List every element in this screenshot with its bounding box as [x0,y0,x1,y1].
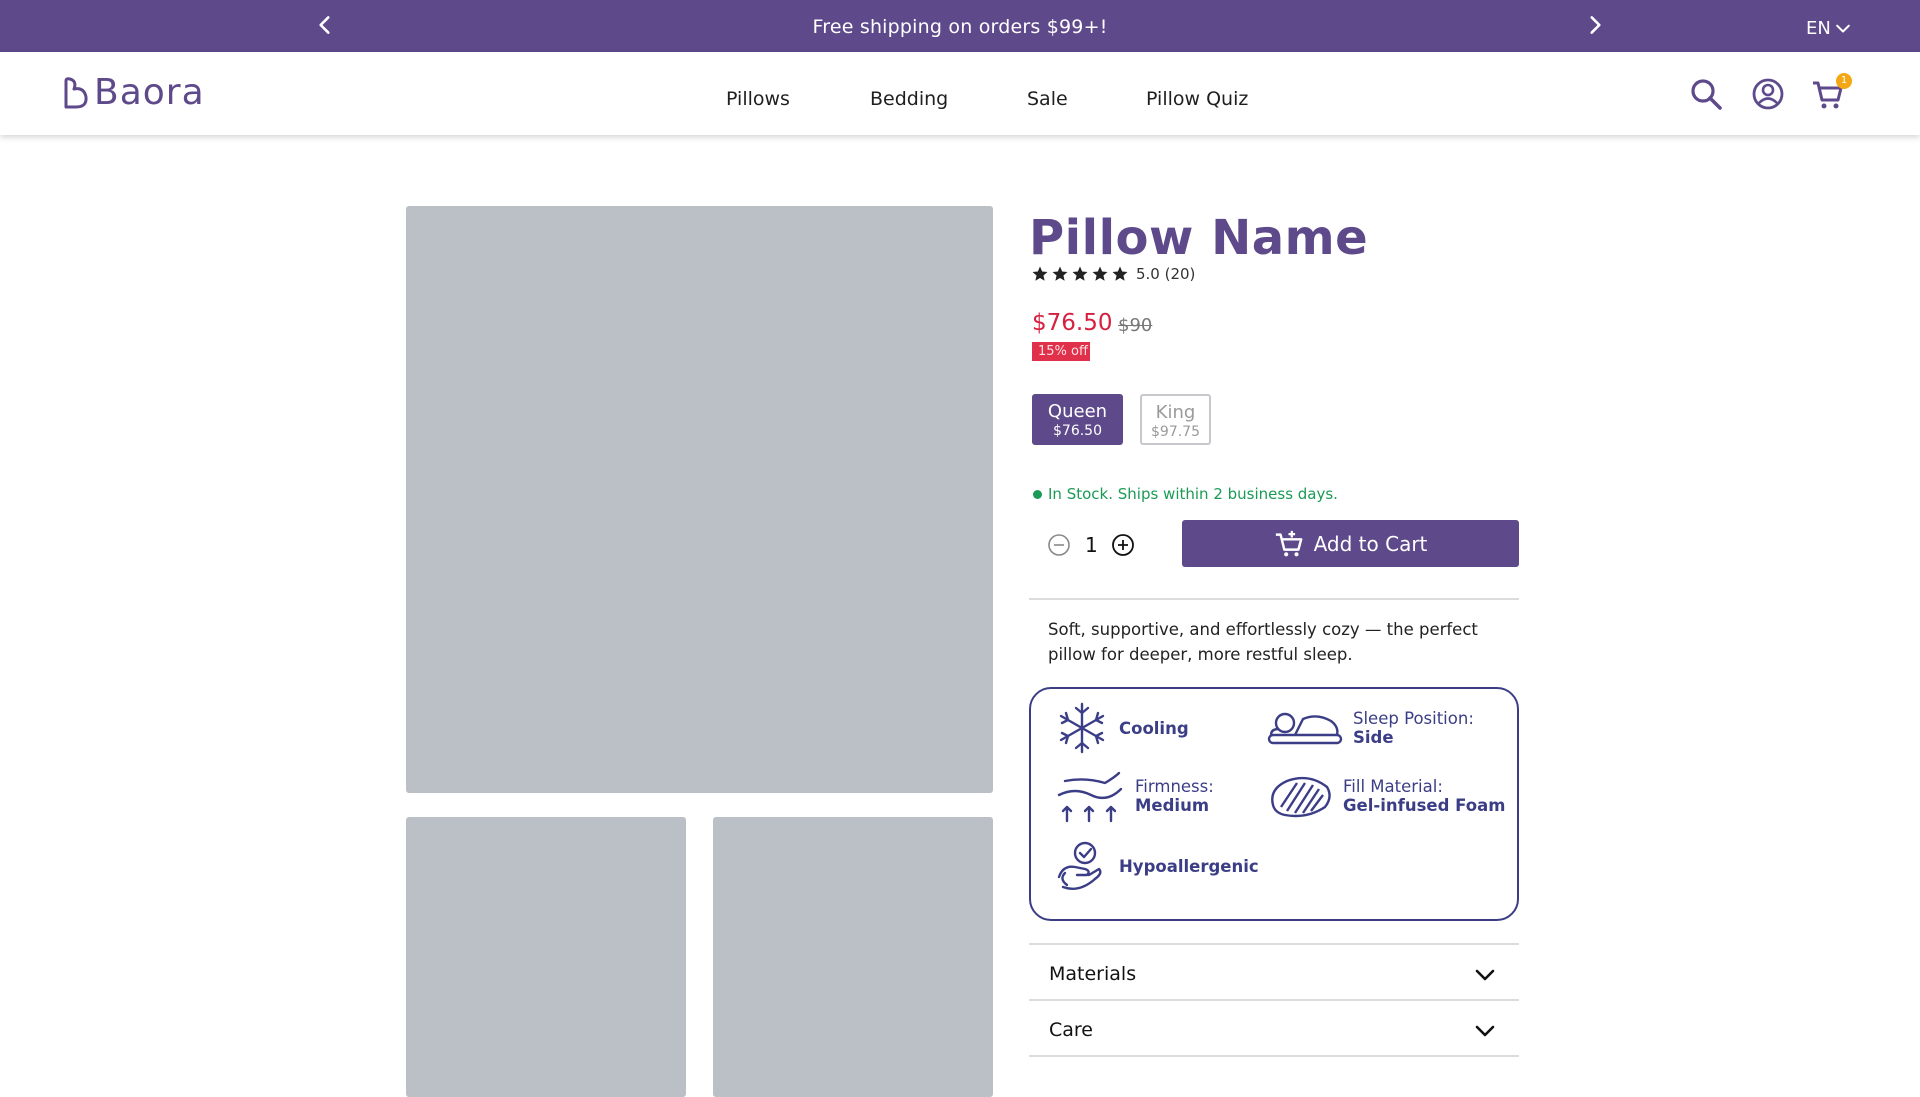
cart-add-icon [1275,530,1302,556]
product-description: Soft, supportive, and effortlessly cozy … [1048,620,1478,664]
product-image-main[interactable] [406,206,993,793]
feature-cooling: Cooling [1055,701,1189,755]
chevron-down-icon [1836,24,1850,32]
foam-pillow-icon [1271,776,1331,818]
feature-fill-material: Fill Material: Gel-infused Foam [1267,769,1505,823]
size-option-queen[interactable]: Queen $76.50 [1032,394,1123,445]
side-sleeper-icon [1267,712,1343,745]
nav-bedding[interactable]: Bedding [870,88,948,110]
rating-text: 5.0 (20) [1136,265,1196,283]
star-icon [1052,266,1068,281]
add-to-cart-label: Add to Cart [1313,531,1428,556]
language-selector[interactable]: EN [1806,18,1853,39]
accordion-materials[interactable]: Materials [1029,945,1519,1001]
star-icon [1092,266,1108,281]
chevron-right-icon[interactable] [1582,12,1608,38]
feature-fill-value: Gel-infused Foam [1343,796,1506,815]
announcement-message: Free shipping on orders $99+! [812,16,1108,38]
feature-firmness-label: Firmness: [1135,777,1214,796]
quantity-decrease-button[interactable] [1047,533,1071,557]
size-price: $97.75 [1151,424,1200,440]
language-label: EN [1806,18,1831,39]
nav-pillow-quiz[interactable]: Pillow Quiz [1146,88,1248,110]
site-header: Baora Pillows Bedding Sale Pillow Quiz [0,52,1920,135]
product-title: Pillow Name [1029,210,1369,266]
discount-badge: 15% off [1032,342,1090,361]
hypoallergenic-icon [1057,841,1102,890]
accordion-label: Materials [1049,963,1137,985]
announcement-bar: Free shipping on orders $99+! EN [0,0,1920,52]
firmness-icon [1057,771,1123,823]
account-icon[interactable] [1750,76,1786,112]
feature-sleep-label: Sleep Position: [1353,709,1474,728]
accordion-care[interactable]: Care [1029,1001,1519,1057]
stock-dot-icon [1033,489,1042,499]
nav-sale[interactable]: Sale [1027,88,1068,110]
product-image-thumb[interactable] [713,817,993,1097]
size-price: $76.50 [1053,423,1102,439]
size-name: King [1155,402,1196,423]
stock-text: In Stock. Ships within 2 business days. [1048,485,1338,503]
quantity-increase-button[interactable] [1111,533,1135,557]
features-box: Cooling Sleep Position: Side Firmness: M… [1029,687,1519,921]
rating[interactable]: 5.0 (20) [1031,265,1195,283]
divider [1029,598,1519,600]
product-image-thumb[interactable] [406,817,686,1097]
star-icon [1072,266,1088,281]
price-original: $90 [1118,315,1153,336]
logo-mark-icon [64,76,88,108]
feature-firmness-value: Medium [1135,796,1210,815]
feature-hypo-label: Hypoallergenic [1119,856,1259,876]
quantity-value[interactable]: 1 [1085,533,1098,557]
feature-firmness: Firmness: Medium [1055,769,1214,823]
size-name: Queen [1047,401,1108,422]
size-option-king[interactable]: King $97.75 [1140,394,1211,445]
chevron-down-icon [1475,1025,1495,1037]
feature-fill-label: Fill Material: [1343,777,1443,796]
feature-hypoallergenic: Hypoallergenic [1055,839,1259,893]
price-current: $76.50 [1032,310,1113,336]
stock-status: In Stock. Ships within 2 business days. [1033,485,1338,503]
feature-cooling-label: Cooling [1119,718,1189,738]
accordion-label: Care [1049,1019,1093,1041]
feature-sleep-position: Sleep Position: Side [1267,701,1474,755]
cart-count-badge: 1 [1836,73,1852,89]
chevron-down-icon [1475,969,1495,981]
search-icon[interactable] [1688,76,1724,112]
logo[interactable]: Baora [60,72,205,113]
add-to-cart-button[interactable]: Add to Cart [1182,520,1519,567]
star-icon [1032,266,1048,281]
feature-sleep-value: Side [1353,728,1394,747]
divider [1029,1055,1519,1057]
snowflake-icon [1059,702,1105,754]
star-icon [1112,266,1128,281]
nav-pillows[interactable]: Pillows [726,88,790,110]
logo-text: Baora [94,72,205,113]
